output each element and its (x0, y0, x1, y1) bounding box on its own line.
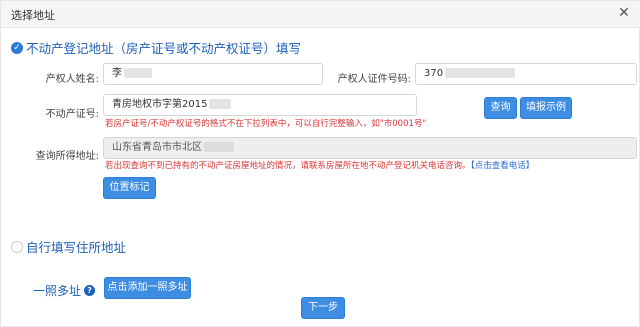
next-step-button[interactable]: 下一步 (301, 297, 345, 319)
add-multi-address-button[interactable]: 点击添加一照多址 (104, 277, 191, 299)
radio-checked-icon[interactable]: ✓ (11, 41, 23, 54)
cert-number-value: 青房地权市字第2015 (112, 99, 208, 110)
result-address-label: 查询所得地址: (35, 151, 99, 162)
owner-id-input[interactable]: 370 (415, 63, 637, 85)
result-address-input: 山东省青岛市市北区 (103, 137, 637, 159)
owner-name-label: 产权人姓名: (45, 74, 99, 85)
select-address-dialog: 选择地址 ✕ ✓ 不动产登记地址（房产证号或不动产权证号）填写 产权人姓名: 李… (0, 0, 640, 327)
result-address-value: 山东省青岛市市北区 (112, 142, 202, 153)
close-icon[interactable]: ✕ (615, 4, 633, 22)
section-property-address[interactable]: ✓ 不动产登记地址（房产证号或不动产权证号）填写 (11, 38, 301, 57)
cert-format-hint: 若房产证号/不动产权证号的格式不在下拉列表中，可以自行完整输入，如"市0001号… (105, 119, 427, 129)
section-property-address-title: 不动产登记地址（房产证号或不动产权证号）填写 (26, 41, 302, 56)
redacted-block (124, 68, 152, 78)
redacted-block (204, 142, 234, 152)
owner-id-label: 产权人证件号码: (337, 74, 411, 85)
help-icon[interactable]: ? (84, 285, 96, 296)
redacted-block (445, 68, 516, 78)
radio-unchecked-icon[interactable] (11, 240, 23, 253)
section-self-address-title: 自行填写住所地址 (26, 240, 127, 255)
view-phone-link[interactable]: 【点击查看电话】 (471, 161, 535, 171)
query-button[interactable]: 查询 (484, 97, 517, 119)
dialog-title: 选择地址 (11, 9, 55, 22)
owner-name-input[interactable]: 李 (103, 63, 323, 85)
owner-name-value: 李 (112, 68, 122, 79)
dialog-titlebar: 选择地址 ✕ (1, 1, 640, 28)
result-address-hint: 若出现查询不到已持有的不动产证房屋地址的情况，请联系房屋所在地不动产登记机关电话… (105, 159, 534, 171)
redacted-block (209, 99, 232, 109)
multi-address-label: 一照多址 ? (33, 282, 96, 299)
fill-example-button[interactable]: 填报示例 (520, 97, 572, 119)
result-hint-text: 若出现查询不到已持有的不动产证房屋地址的情况，请联系房屋所在地不动产登记机关电话… (105, 161, 471, 171)
location-mark-button[interactable]: 位置标记 (103, 177, 156, 199)
multi-address-text: 一照多址 (33, 284, 82, 298)
cert-number-label: 不动产证号: (45, 109, 99, 120)
section-self-address[interactable]: 自行填写住所地址 (11, 237, 126, 256)
cert-number-input[interactable]: 青房地权市字第2015 (103, 94, 417, 116)
owner-id-value: 370 (424, 68, 444, 79)
